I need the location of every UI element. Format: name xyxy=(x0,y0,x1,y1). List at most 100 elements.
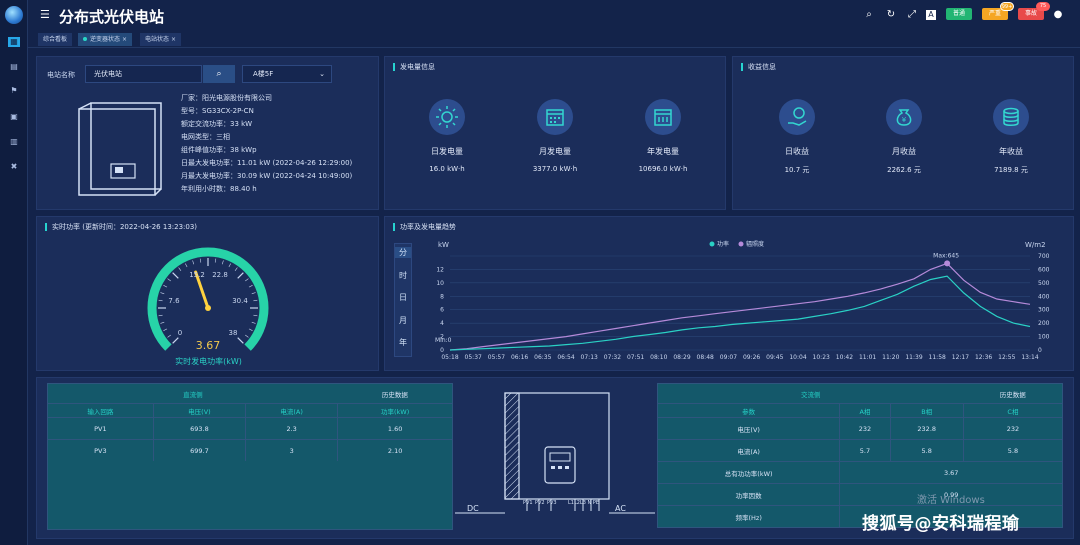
watermark-text: 搜狐号@安科瑞程瑜 xyxy=(862,514,1020,534)
period-month[interactable]: 月 xyxy=(395,315,411,326)
coin-stack-icon xyxy=(993,99,1029,135)
station-name-input[interactable]: 光伏电站 xyxy=(85,65,202,83)
close-icon[interactable]: × xyxy=(122,36,127,43)
tools-icon[interactable]: ✖ xyxy=(8,162,20,172)
y-left-tick-label: 6 xyxy=(440,307,444,314)
y-right-tick-label: 100 xyxy=(1038,334,1050,341)
max-annotation: Max:645 xyxy=(933,252,959,259)
document-icon[interactable]: ▤ xyxy=(8,62,20,72)
x-tick-label: 10:42 xyxy=(836,354,853,361)
period-hour[interactable]: 时 xyxy=(395,270,411,281)
menu-icon[interactable]: ☰ xyxy=(40,9,50,20)
table-row: 电流(A) 5.7 5.8 5.8 xyxy=(656,439,1064,462)
inverter-diagram: PV1 PV2 PV3 L1L2L3 N PE DC AC xyxy=(455,392,655,514)
search-icon[interactable]: ⌕ xyxy=(863,9,875,21)
inverter-image xyxy=(78,102,162,196)
alarm-serious-badge[interactable]: 严重 99+ xyxy=(982,2,1014,20)
dc-cell: 3 xyxy=(245,439,339,462)
dc-header: 输入回路 xyxy=(47,403,154,418)
y-right-tick-label: 600 xyxy=(1038,266,1050,273)
table-row: PV3 699.7 3 2.10 xyxy=(47,439,453,462)
table-row: 电压(V) 232 232.8 232 xyxy=(656,417,1064,440)
info-utilization-hours: 年利用小时数：88.40 h xyxy=(181,185,257,193)
refresh-icon[interactable]: ↻ xyxy=(885,9,897,21)
alarm-accident-badge[interactable]: 事故 75 xyxy=(1018,2,1050,20)
legend-power-swatch xyxy=(709,241,715,247)
period-year[interactable]: 年 xyxy=(395,337,411,348)
legend-irradiance: 辐照度 xyxy=(746,240,764,248)
app-title: 分布式光伏电站 xyxy=(59,8,165,26)
gauge-tick xyxy=(163,328,168,331)
gauge-tick xyxy=(253,314,258,317)
day-revenue: 日收益 10.7 元 xyxy=(747,99,847,175)
x-tick-label: 09:07 xyxy=(720,354,737,361)
gauge-tick xyxy=(214,258,217,263)
ac-history-link[interactable]: 历史数据 xyxy=(963,383,1064,404)
gauge-caption: 实时发电功率(kW) xyxy=(175,357,242,366)
ac-ports: L1L2L3 N PE xyxy=(568,500,599,506)
gauge-tick xyxy=(237,337,244,344)
active-dot xyxy=(83,37,87,41)
gauge-tick xyxy=(234,267,238,271)
alarm-accident-count: 75 xyxy=(1036,2,1050,11)
revenue-title: 收益信息 xyxy=(741,63,776,71)
gauge-tick xyxy=(245,278,249,282)
period-day[interactable]: 日 xyxy=(395,292,411,303)
info-day-max: 日最大发电功率：11.01 kW (2022-04-26 12:29:00) xyxy=(181,159,353,167)
building-select[interactable]: A楼5F ⌄ xyxy=(242,65,332,83)
hand-coin-icon xyxy=(779,99,815,135)
ac-cell: 232.8 xyxy=(889,417,964,440)
tab-inverter-status[interactable]: 逆变器状态 × xyxy=(78,33,132,46)
monitor-icon[interactable]: ▣ xyxy=(8,112,20,122)
y-left-tick-label: 12 xyxy=(436,266,444,273)
gauge-tick xyxy=(251,321,256,324)
tab-station-status[interactable]: 电站状态 × xyxy=(140,33,181,46)
dashboard-icon[interactable]: ▦ xyxy=(8,37,20,47)
alarm-normal-badge[interactable]: 普通 xyxy=(946,8,972,20)
gauge-tick xyxy=(167,334,171,338)
gauge-tick xyxy=(248,328,253,331)
station-panel: 电站名称 光伏电站 ⌕ A楼5F ⌄ 厂家：阳光电源股份有限公司 型号：SG33C… xyxy=(36,56,379,210)
period-minute[interactable]: 分 xyxy=(395,247,411,258)
ac-pf-label: 功率因数 xyxy=(656,483,841,506)
x-tick-label: 13:14 xyxy=(1021,354,1038,361)
gauge-tick xyxy=(158,299,163,302)
gauge-tick-label-5: 38 xyxy=(229,329,238,337)
year-revenue: 年收益 7189.8 元 xyxy=(961,99,1061,175)
dc-header: 电流(A) xyxy=(245,403,339,418)
ac-cell: 5.8 xyxy=(889,439,964,462)
realtime-title: 实时功率 (更新时间：2022-04-26 13:23:03) xyxy=(45,223,197,231)
close-icon[interactable]: × xyxy=(171,36,176,43)
station-search-button[interactable]: ⌕ xyxy=(203,65,235,83)
chevron-down-icon: ⌄ xyxy=(319,70,325,78)
gauge-tick xyxy=(178,267,182,271)
tab-bar: 综合看板 逆变器状态 × 电站状态 × xyxy=(28,30,1080,48)
y-left-tick-label: 0 xyxy=(440,347,444,354)
user-icon[interactable]: ● xyxy=(1052,9,1064,21)
grid-icon[interactable]: ▥ xyxy=(8,137,20,147)
dc-port-pv1: PV1 xyxy=(523,500,533,506)
font-size-icon[interactable]: A xyxy=(926,10,936,20)
dc-history-link[interactable]: 历史数据 xyxy=(337,383,453,404)
x-tick-label: 12:36 xyxy=(975,354,992,361)
dc-port-pv3: PV3 xyxy=(547,500,557,506)
power-gauge: 0 7.6 15.2 22.8 30.4 38 3.67 xyxy=(147,247,269,352)
dc-cell: 1.60 xyxy=(337,417,453,440)
legend-power: 功率 xyxy=(717,240,729,248)
table-row: 功率因数 0.99 xyxy=(656,483,1063,506)
fullscreen-icon[interactable]: ⤢ xyxy=(906,9,918,21)
ac-header: A相 xyxy=(839,403,891,418)
svg-text:¥: ¥ xyxy=(902,116,907,124)
flag-icon[interactable]: ⚑ xyxy=(8,86,20,96)
ac-header: B相 xyxy=(889,403,964,418)
tab-dashboard[interactable]: 综合看板 xyxy=(38,33,73,46)
power-line xyxy=(449,275,1031,351)
ac-cell: 232 xyxy=(962,417,1064,440)
dc-header: 电压(V) xyxy=(152,403,247,418)
x-tick-label: 12:55 xyxy=(998,354,1015,361)
x-tick-label: 10:04 xyxy=(789,354,806,361)
gauge-tick xyxy=(163,285,168,288)
gauge-tick-label-2: 15.2 xyxy=(189,271,205,279)
legend-irradiance-swatch xyxy=(738,241,744,247)
gauge-tick-label-1: 7.6 xyxy=(168,297,180,305)
